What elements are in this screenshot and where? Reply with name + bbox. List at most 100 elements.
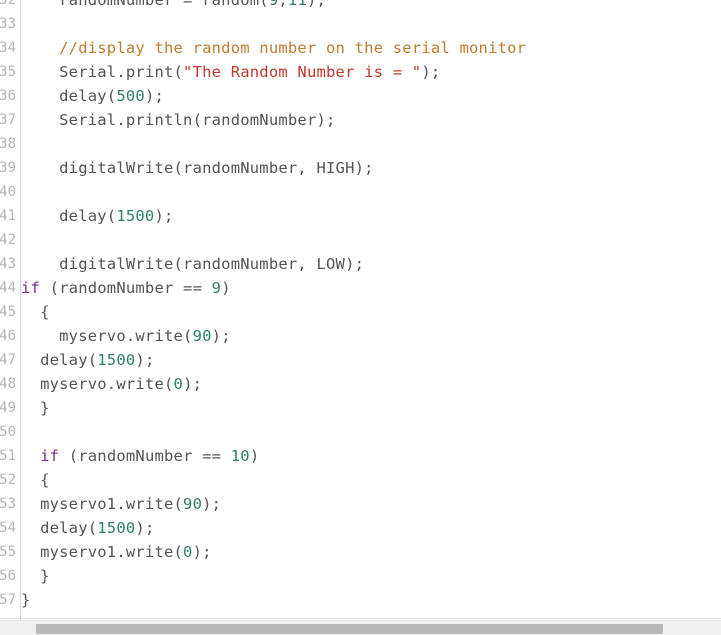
code-token-plain: delay( <box>21 351 98 369</box>
code-token-keyword: if <box>21 279 41 297</box>
code-token-plain: ); <box>307 0 327 9</box>
code-token-plain: ); <box>135 351 155 369</box>
line-number: 47 <box>0 352 16 368</box>
line-number: 38 <box>0 136 16 152</box>
code-token-plain: delay( <box>21 207 117 225</box>
code-line[interactable]: { <box>21 468 50 492</box>
code-line[interactable]: delay(1500); <box>21 204 174 228</box>
code-token-number: 9 <box>211 279 222 297</box>
code-token-plain: , <box>278 0 288 9</box>
code-line[interactable]: delay(500); <box>21 84 164 108</box>
code-token-number: 500 <box>116 87 145 105</box>
code-line[interactable]: myservo.write(90); <box>21 324 231 348</box>
code-token-number: 0 <box>183 543 193 561</box>
code-token-plain: ); <box>202 495 222 513</box>
code-line[interactable]: delay(1500); <box>21 516 154 540</box>
code-line[interactable]: myservo1.write(90); <box>21 492 221 516</box>
line-number: 45 <box>0 304 16 320</box>
line-number: 51 <box>0 448 16 464</box>
code-token-plain: Serial.print( <box>21 63 184 81</box>
code-token-plain: ) <box>249 447 260 465</box>
line-number: 34 <box>0 40 16 56</box>
line-number: 35 <box>0 64 16 80</box>
code-token-plain: { <box>21 303 50 321</box>
code-token-plain: } <box>21 591 31 609</box>
code-token-plain: digitalWrite(randomNumber, HIGH); <box>21 159 374 177</box>
code-line[interactable]: if (randomNumber == 9) <box>21 276 231 300</box>
code-line[interactable]: randomNumber = random(9,11); <box>21 0 326 12</box>
code-line[interactable]: myservo.write(0); <box>21 372 202 396</box>
line-number: 52 <box>0 472 16 488</box>
line-number: 49 <box>0 400 16 416</box>
line-number: 43 <box>0 256 16 272</box>
code-token-comment: //display the random number on the seria… <box>59 39 527 57</box>
line-number: 44 <box>0 280 16 296</box>
horizontal-scrollbar-thumb[interactable] <box>36 624 663 634</box>
line-number: 42 <box>0 232 16 248</box>
code-token-plain: randomNumber = random( <box>21 0 269 9</box>
code-token-number: 11 <box>287 0 307 9</box>
line-number: 55 <box>0 544 16 560</box>
code-line[interactable]: Serial.println(randomNumber); <box>21 108 336 132</box>
line-number: 41 <box>0 208 16 224</box>
code-token-plain: ); <box>135 519 155 537</box>
code-token-plain: ); <box>154 207 174 225</box>
code-token-plain: myservo.write( <box>21 375 174 393</box>
code-text-area[interactable]: randomNumber = random(9,11); //display t… <box>21 0 721 620</box>
code-line[interactable]: } <box>21 588 31 612</box>
line-number: 39 <box>0 160 16 176</box>
code-token-number: 90 <box>192 327 212 345</box>
line-number: 33 <box>0 16 16 32</box>
line-number: 36 <box>0 88 16 104</box>
line-number: 46 <box>0 328 16 344</box>
line-number: 53 <box>0 496 16 512</box>
code-token-plain: (randomNumber == <box>59 447 231 465</box>
horizontal-scrollbar-track[interactable] <box>0 620 721 635</box>
code-line[interactable]: //display the random number on the seria… <box>21 36 526 60</box>
code-line[interactable]: digitalWrite(randomNumber, LOW); <box>21 252 364 276</box>
code-token-plain: (randomNumber == <box>40 279 212 297</box>
code-line[interactable]: myservo1.write(0); <box>21 540 212 564</box>
code-token-plain: ); <box>183 375 203 393</box>
code-token-plain: ) <box>221 279 231 297</box>
code-token-plain: } <box>21 567 50 585</box>
code-token-keyword: if <box>40 447 60 465</box>
line-number: 37 <box>0 112 16 128</box>
code-token-number: 90 <box>183 495 203 513</box>
line-number: 50 <box>0 424 16 440</box>
line-number-gutter: 32 33 34 35 36 37 38 39 40 41 42 43 44 45 46 47 48 49 50 51… <box>0 0 20 620</box>
code-line[interactable]: digitalWrite(randomNumber, HIGH); <box>21 156 374 180</box>
code-line[interactable]: { <box>21 300 50 324</box>
code-token-number: 10 <box>230 447 250 465</box>
line-number: 57 <box>0 592 16 608</box>
code-token-plain: ); <box>421 63 441 81</box>
code-token-plain: { <box>21 471 50 489</box>
code-token-plain: myservo.write( <box>21 327 193 345</box>
code-token-plain: delay( <box>21 87 117 105</box>
line-number: 56 <box>0 568 16 584</box>
code-token-number: 1500 <box>116 207 155 225</box>
code-token-number: 1500 <box>97 351 136 369</box>
code-token-plain: delay( <box>21 519 98 537</box>
line-number: 32 <box>0 0 16 8</box>
editor-bottom-divider <box>0 618 721 619</box>
code-token-plain: ); <box>144 87 165 105</box>
code-line[interactable]: } <box>21 564 50 588</box>
code-line[interactable]: delay(1500); <box>21 348 154 372</box>
line-number: 40 <box>0 184 16 200</box>
code-token-plain: Serial.println(randomNumber); <box>21 111 336 129</box>
code-token-plain: ); <box>192 543 212 561</box>
line-number: 54 <box>0 520 16 536</box>
code-token-plain: } <box>21 399 50 417</box>
code-token-number: 0 <box>173 375 184 393</box>
line-number: 48 <box>0 376 16 392</box>
code-token-number: 1500 <box>97 519 136 537</box>
code-line[interactable]: Serial.print("The Random Number is = "); <box>21 60 440 84</box>
code-token-plain: ); <box>211 327 231 345</box>
code-line[interactable]: } <box>21 396 50 420</box>
code-line[interactable]: if (randomNumber == 10) <box>21 444 259 468</box>
code-token-string: "The Random Number is = " <box>183 63 422 81</box>
code-editor-window: 32 33 34 35 36 37 38 39 40 41 42 43 44 45 46 47 48 49 50 51… <box>0 0 721 635</box>
